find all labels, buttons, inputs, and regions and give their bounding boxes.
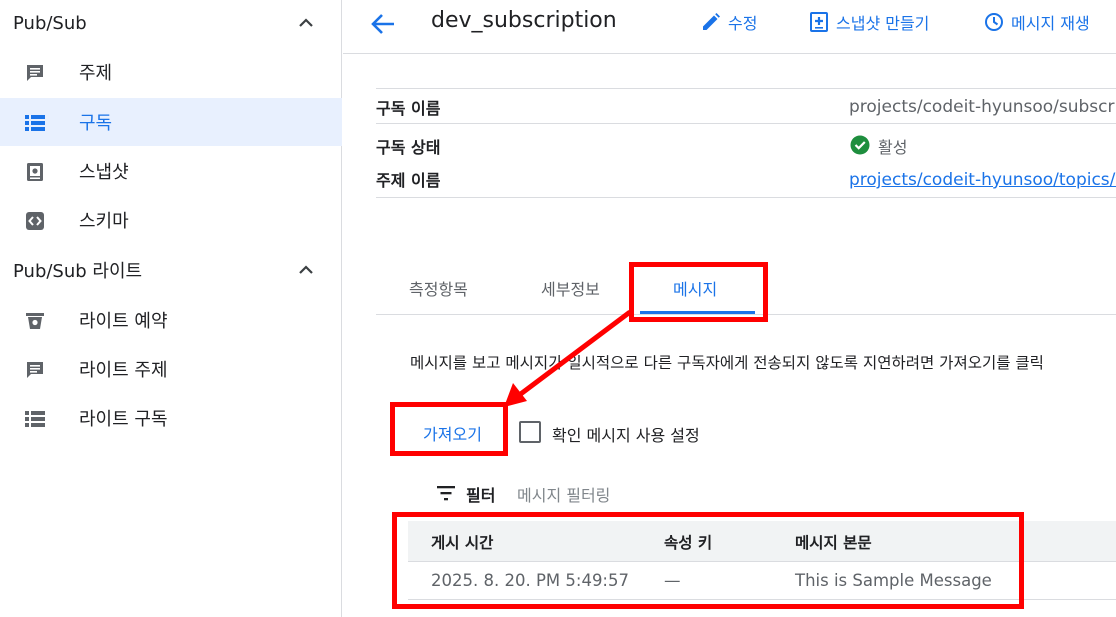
topic-icon xyxy=(27,362,43,378)
pencil-icon xyxy=(703,13,720,30)
section-header-pubsub[interactable]: Pub/Sub xyxy=(0,3,342,43)
enable-ack-checkbox[interactable] xyxy=(519,421,541,443)
subscription-list-icon xyxy=(25,115,45,131)
sidebar-item-lite-subscriptions[interactable]: 라이트 구독 xyxy=(0,394,342,442)
create-snapshot-label: 스냅샷 만들기 xyxy=(836,14,930,33)
filter-icon xyxy=(437,486,455,501)
message-filter-input[interactable]: 메시지 필터링 xyxy=(517,482,610,506)
tab-details[interactable]: 세부정보 xyxy=(541,276,600,300)
sidebar-item-label: 라이트 예약 xyxy=(79,311,168,332)
divider xyxy=(376,88,1116,89)
topic-link[interactable]: projects/codeit-hyunsoo/topics/d xyxy=(849,170,1116,190)
chevron-up-icon xyxy=(299,265,313,274)
edit-button[interactable]: 수정 xyxy=(701,9,757,35)
sidebar-item-label: 스키마 xyxy=(79,211,129,232)
back-arrow-icon[interactable] xyxy=(369,10,397,38)
filter-label: 필터 xyxy=(466,486,496,505)
sidebar-item-label: 주제 xyxy=(79,63,113,84)
section-header-pubsub-lite[interactable]: Pub/Sub 라이트 xyxy=(0,250,342,290)
sidebar-item-label: 스냅샷 xyxy=(79,162,129,183)
sidebar-item-schemas[interactable]: 스키마 xyxy=(0,196,342,244)
tab-metrics[interactable]: 측정항목 xyxy=(409,276,468,300)
annotation-box-messages-tab xyxy=(629,262,768,322)
detail-label: 구독 상태 xyxy=(376,138,441,157)
sidebar-item-label: 라이트 주제 xyxy=(79,360,168,381)
annotation-box-message-table xyxy=(392,512,1024,609)
sidebar-item-snapshots[interactable]: 스냅샷 xyxy=(0,147,342,195)
replay-messages-label: 메시지 재생 xyxy=(1011,14,1090,33)
schema-icon xyxy=(26,212,44,230)
edit-label: 수정 xyxy=(728,14,758,33)
check-circle-icon xyxy=(850,135,870,155)
snapshot-icon xyxy=(27,163,43,181)
status-badge: 활성 xyxy=(878,138,908,157)
divider xyxy=(376,123,1116,124)
sidebar-item-label: 구독 xyxy=(79,113,113,134)
sidebar: Pub/Sub 주제 구독 스냅샷 스키마 Pub/Sub 라이트 라이트 예약… xyxy=(0,0,342,617)
detail-label: 주제 이름 xyxy=(376,171,441,190)
messages-description: 메시지를 보고 메시지가 일시적으로 다른 구독자에게 전송되지 않도록 지연하… xyxy=(410,354,1044,372)
replay-messages-button[interactable]: 메시지 재생 xyxy=(984,9,1090,35)
sidebar-item-lite-reservations[interactable]: 라이트 예약 xyxy=(0,296,342,344)
divider xyxy=(376,197,1116,198)
sidebar-item-topics[interactable]: 주제 xyxy=(0,48,342,96)
add-snapshot-icon xyxy=(810,12,828,32)
detail-value: projects/codeit-hyunsoo/subscrip xyxy=(849,97,1116,117)
sidebar-item-lite-topics[interactable]: 라이트 주제 xyxy=(0,345,342,393)
create-snapshot-button[interactable]: 스냅샷 만들기 xyxy=(809,9,929,35)
sidebar-item-subscriptions[interactable]: 구독 xyxy=(0,98,342,146)
enable-ack-label: 확인 메시지 사용 설정 xyxy=(552,426,700,445)
section-title: Pub/Sub 라이트 xyxy=(13,261,143,282)
page-header: dev_subscription 수정 스냅샷 만들기 메시지 재생 xyxy=(343,0,1116,54)
sidebar-item-label: 라이트 구독 xyxy=(79,409,168,430)
clock-icon xyxy=(985,13,1003,31)
annotation-box-pull-button xyxy=(390,402,508,456)
section-title: Pub/Sub xyxy=(13,12,87,34)
chevron-up-icon xyxy=(299,18,313,27)
subscription-list-icon xyxy=(25,411,45,427)
reservation-icon xyxy=(26,313,44,329)
topic-icon xyxy=(27,65,43,81)
page-title: dev_subscription xyxy=(431,8,617,33)
detail-label: 구독 이름 xyxy=(376,99,441,118)
